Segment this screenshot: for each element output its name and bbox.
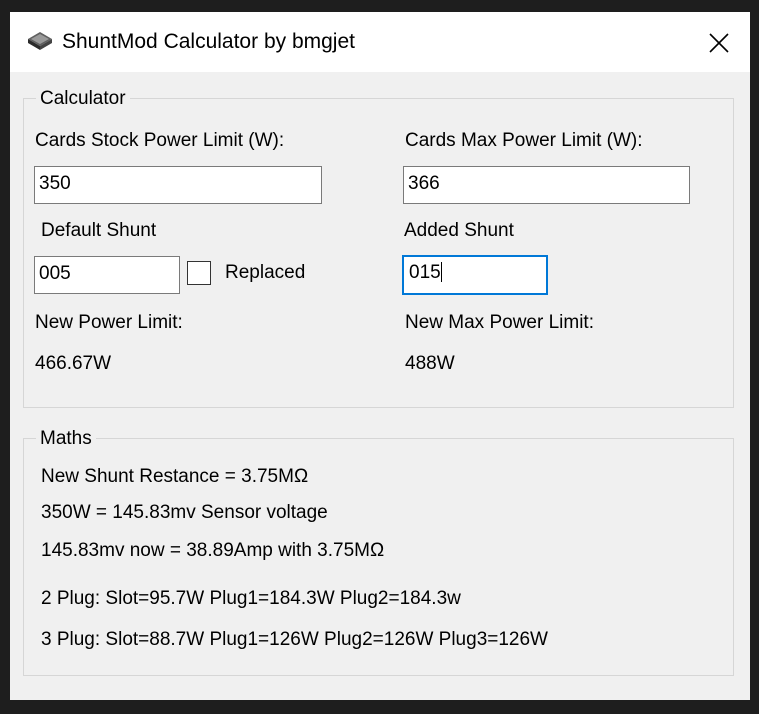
default-shunt-label: Default Shunt bbox=[41, 220, 157, 241]
text-caret bbox=[440, 262, 442, 282]
stock-power-input[interactable]: 350 bbox=[34, 166, 322, 204]
added-shunt-input[interactable]: 015 bbox=[402, 255, 548, 295]
replaced-checkbox[interactable] bbox=[187, 261, 211, 285]
title-bar[interactable]: ShuntMod Calculator by bmgjet bbox=[10, 12, 750, 72]
added-shunt-value: 015 bbox=[409, 262, 441, 283]
replaced-label[interactable]: Replaced bbox=[225, 262, 305, 284]
maths-line: New Shunt Restance = 3.75MΩ bbox=[41, 466, 309, 487]
app-window: ShuntMod Calculator by bmgjet Calculator… bbox=[10, 12, 750, 700]
stock-power-label: Cards Stock Power Limit (W): bbox=[35, 130, 285, 151]
new-max-power-limit-value: 488W bbox=[405, 353, 455, 374]
new-power-limit-label: New Power Limit: bbox=[35, 312, 183, 333]
max-power-label: Cards Max Power Limit (W): bbox=[405, 130, 643, 151]
max-power-input[interactable]: 366 bbox=[403, 166, 690, 204]
maths-line: 3 Plug: Slot=88.7W Plug1=126W Plug2=126W… bbox=[41, 629, 548, 650]
close-icon bbox=[709, 33, 729, 53]
close-button[interactable] bbox=[702, 26, 736, 60]
app-icon bbox=[26, 30, 54, 57]
new-power-limit-value: 466.67W bbox=[35, 353, 112, 374]
maths-line: 145.83mv now = 38.89Amp with 3.75MΩ bbox=[41, 540, 385, 561]
window-title: ShuntMod Calculator by bmgjet bbox=[62, 30, 355, 53]
maths-line: 350W = 145.83mv Sensor voltage bbox=[41, 502, 328, 523]
new-max-power-limit-label: New Max Power Limit: bbox=[405, 312, 594, 333]
added-shunt-label: Added Shunt bbox=[404, 220, 514, 241]
default-shunt-input[interactable]: 005 bbox=[34, 256, 180, 294]
maths-legend: Maths bbox=[36, 428, 96, 450]
maths-line: 2 Plug: Slot=95.7W Plug1=184.3W Plug2=18… bbox=[41, 588, 461, 609]
calculator-legend: Calculator bbox=[36, 88, 130, 110]
